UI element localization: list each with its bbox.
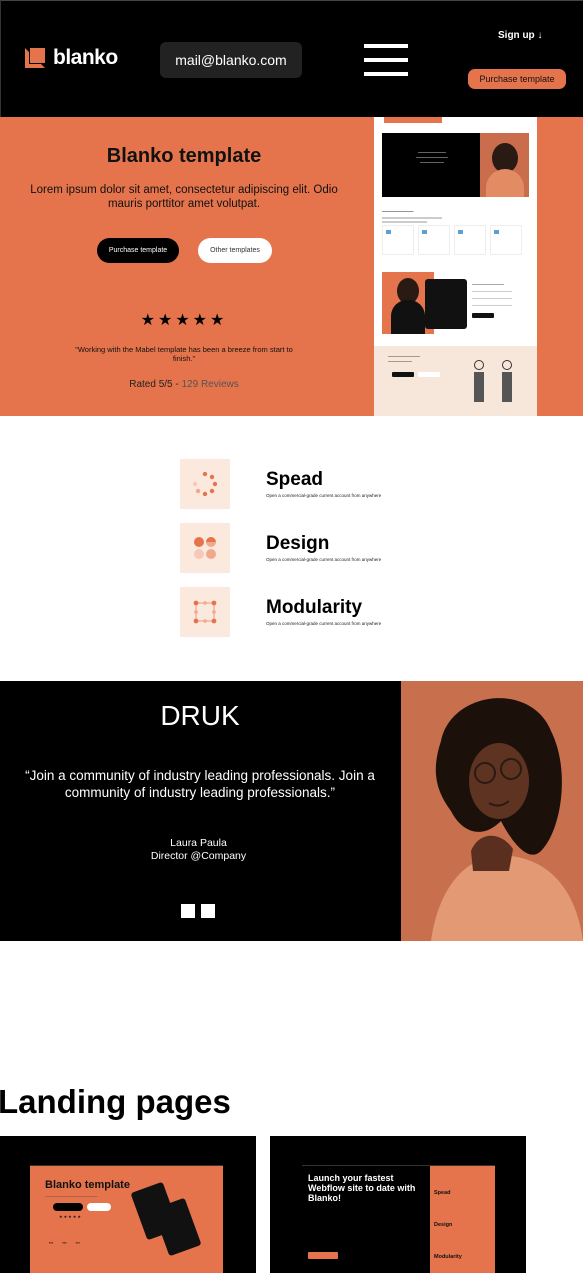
card-side-item: Modularity	[434, 1254, 462, 1260]
site-header: blanko mail@blanko.com Sign up ↓ Purchas…	[0, 0, 583, 117]
author-name: Laura Paula	[170, 837, 227, 849]
card-side-item: Design	[434, 1222, 453, 1228]
landing-pages-title: Landing pages	[0, 1083, 231, 1120]
signup-link[interactable]: Sign up ↓	[498, 30, 542, 41]
landing-page-card-2[interactable]: Launch your fastest Webflow site to date…	[270, 1136, 526, 1273]
card-title: Blanko template	[45, 1179, 130, 1191]
slider-dot[interactable]	[181, 904, 195, 918]
testimonial-brand: DRUK	[160, 700, 240, 731]
feature-subtitle: Open a commercial-grade current account …	[266, 557, 382, 562]
hero-description: Lorem ipsum dolor sit amet, consectetur …	[30, 184, 338, 210]
card-side-item: Spead	[434, 1190, 451, 1196]
feature-subtitle: Open a commercial-grade current account …	[266, 621, 382, 626]
testimonial-section: DRUK “Join a community of industry leadi…	[0, 681, 583, 941]
feature-item-speed: Spead Open a commercial-grade current ac…	[180, 459, 440, 509]
feature-title: Design	[266, 533, 330, 554]
rating-summary: Rated 5/5 - 129 Reviews	[0, 379, 368, 390]
hero-purchase-button[interactable]: Purchase template	[97, 238, 179, 263]
logo-mark-icon	[25, 48, 45, 68]
design-circles-icon	[180, 523, 230, 573]
rated-label: Rated 5/5 -	[129, 379, 182, 390]
modularity-grid-icon	[180, 587, 230, 637]
logo[interactable]: blanko	[25, 46, 118, 70]
testimonial-photo	[401, 681, 583, 941]
feature-title: Spead	[266, 469, 324, 490]
feature-title: Modularity	[266, 597, 363, 618]
page: blanko mail@blanko.com Sign up ↓ Purchas…	[0, 0, 583, 1273]
hero-title: Blanko template	[106, 145, 262, 167]
author-role: Director @Company	[150, 850, 247, 862]
feature-subtitle: Open a commercial-grade current account …	[266, 493, 382, 498]
logo-text: blanko	[53, 46, 118, 69]
speed-dots-icon	[180, 459, 230, 509]
hero-section: Blanko template Lorem ipsum dolor sit am…	[0, 117, 583, 416]
feature-item-design: Design Open a commercial-grade current a…	[180, 523, 440, 573]
email-link[interactable]: mail@blanko.com	[160, 42, 302, 78]
card-title: Launch your fastest Webflow site to date…	[308, 1173, 416, 1203]
hamburger-menu-icon[interactable]	[364, 44, 408, 76]
reviews-count[interactable]: 129 Reviews	[182, 379, 239, 390]
feature-item-modularity: Modularity Open a commercial-grade curre…	[180, 587, 440, 637]
purchase-template-button[interactable]: Purchase template	[468, 69, 566, 89]
slider-dot[interactable]	[201, 904, 215, 918]
hero-quote: "Working with the Mabel template has bee…	[75, 345, 293, 363]
landing-page-card-1[interactable]: Blanko template ——————————————— ★★★★★ ▪▪…	[0, 1136, 256, 1273]
testimonial-quote: “Join a community of industry leading pr…	[25, 768, 375, 800]
hero-other-templates-button[interactable]: Other templates	[198, 238, 272, 263]
slider-dots	[181, 904, 215, 918]
testimonial-author: Laura Paula Director @Company	[0, 837, 397, 863]
template-preview-image: ——————— ———————— —————— ——————— ———————— —…	[374, 117, 537, 416]
rating-stars-icon: ★★★★★	[140, 312, 228, 329]
